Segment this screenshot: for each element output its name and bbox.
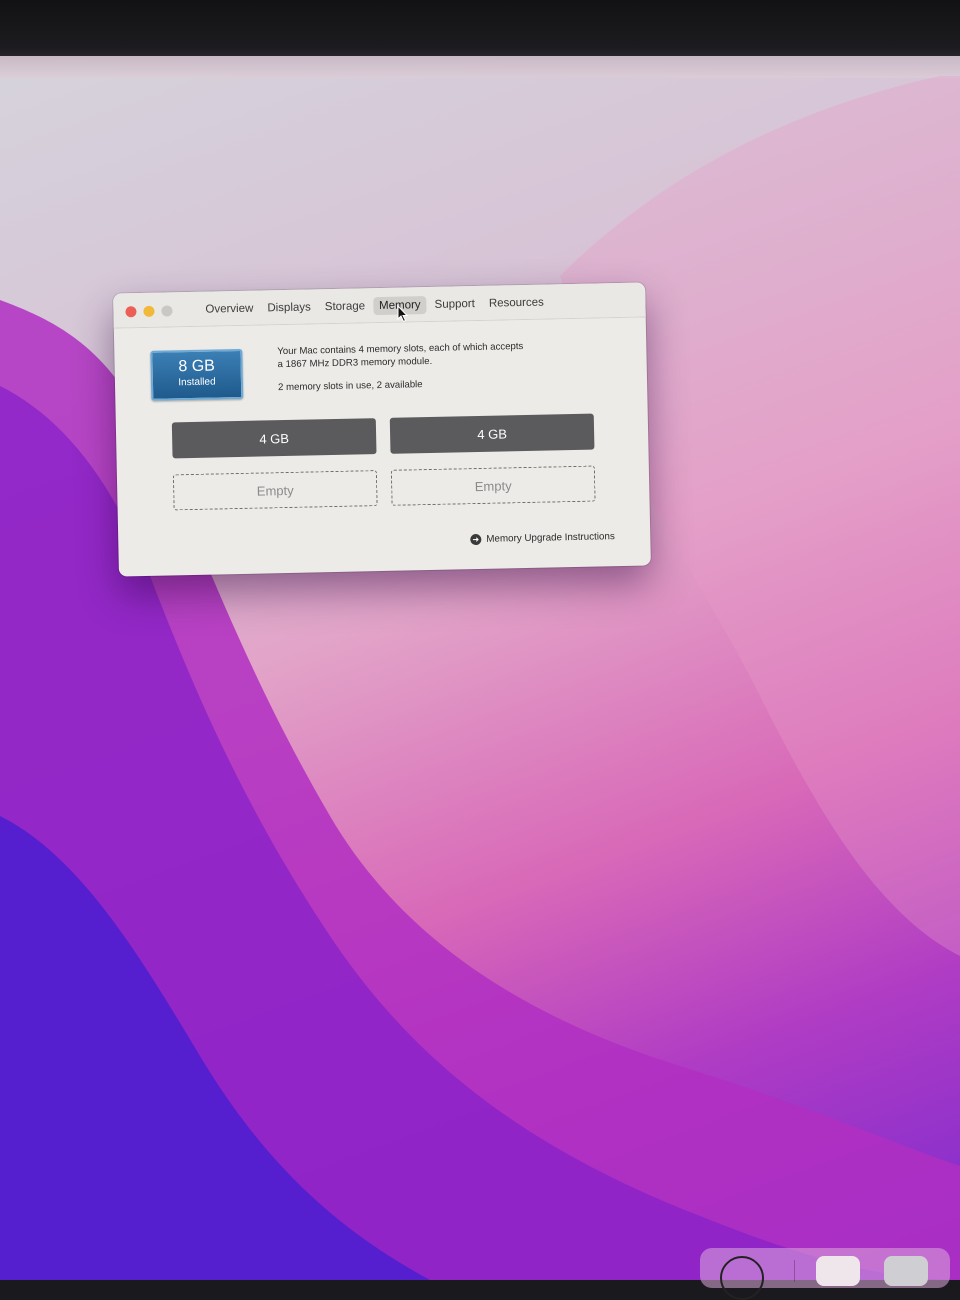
- tab-overview[interactable]: Overview: [199, 300, 259, 319]
- tab-support[interactable]: Support: [428, 295, 481, 314]
- arrow-circle-right-icon: ➜: [470, 533, 482, 546]
- installed-memory-badge: 8 GB Installed: [150, 348, 244, 401]
- dock-trash-icon[interactable]: [884, 1256, 928, 1286]
- memory-upgrade-instructions-link[interactable]: ➜ Memory Upgrade Instructions: [470, 531, 615, 546]
- memory-slot-1: 4 GB: [171, 418, 377, 459]
- dock: [700, 1248, 950, 1300]
- dock-app-icon[interactable]: [720, 1256, 764, 1300]
- tab-displays[interactable]: Displays: [261, 298, 317, 317]
- about-this-mac-window: Overview Displays Storage Memory Support…: [113, 282, 651, 577]
- upgrade-link-label: Memory Upgrade Instructions: [486, 531, 615, 545]
- dock-separator: [794, 1260, 795, 1282]
- desktop: [0, 56, 960, 1280]
- memory-description: Your Mac contains 4 memory slots, each o…: [277, 340, 577, 371]
- installed-memory-label: Installed: [178, 376, 216, 389]
- memory-slot-4: Empty: [390, 465, 596, 506]
- dock-folder-icon[interactable]: [816, 1256, 860, 1286]
- installed-memory-size: 8 GB: [178, 357, 216, 376]
- wallpaper-waves: [0, 76, 960, 1280]
- close-button[interactable]: [125, 306, 137, 318]
- tab-storage[interactable]: Storage: [319, 297, 372, 316]
- zoom-button[interactable]: [161, 305, 173, 317]
- tab-resources[interactable]: Resources: [483, 293, 550, 312]
- minimize-button[interactable]: [143, 305, 155, 317]
- pointer-icon: [397, 305, 409, 323]
- monitor-bezel: [0, 0, 960, 60]
- slots-summary: 2 memory slots in use, 2 available: [277, 379, 423, 394]
- tab-bar: Overview Displays Storage Memory Support…: [199, 293, 550, 318]
- memory-slot-2: 4 GB: [389, 413, 595, 454]
- memory-slot-3: Empty: [172, 470, 378, 511]
